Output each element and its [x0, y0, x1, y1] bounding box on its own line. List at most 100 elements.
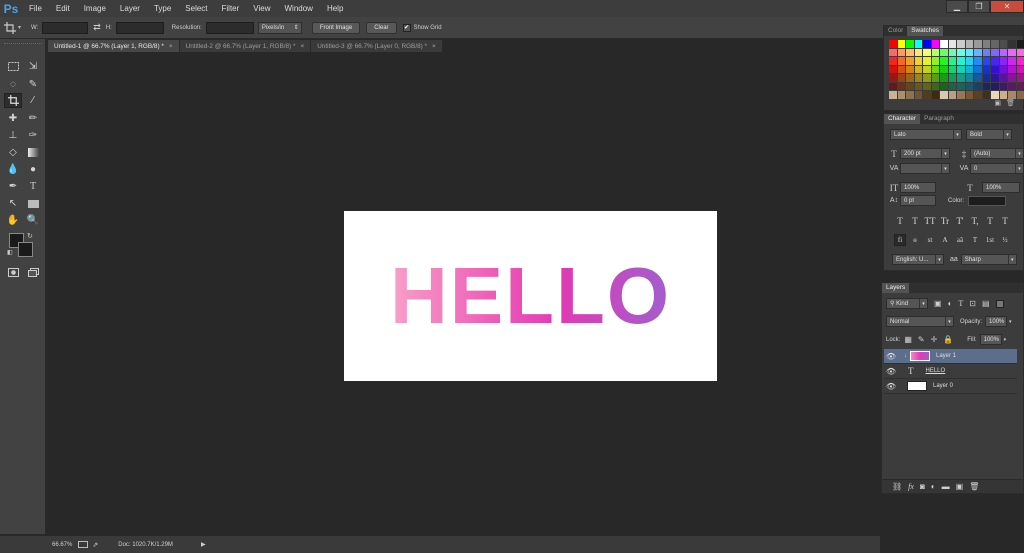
lock-all-icon[interactable]: 🔒 [943, 335, 953, 344]
tab-close-icon[interactable]: × [432, 43, 436, 50]
color-swatch[interactable] [914, 91, 922, 99]
color-swatch[interactable] [931, 82, 939, 90]
color-swatch[interactable] [940, 91, 948, 99]
color-swatch[interactable] [982, 57, 990, 65]
color-swatch[interactable] [923, 57, 931, 65]
color-swatch[interactable] [948, 57, 956, 65]
lock-transparent-icon[interactable]: ▦ [904, 335, 912, 344]
new-layer-icon[interactable]: ▣ [956, 482, 964, 491]
color-swatch[interactable] [906, 48, 914, 56]
layer-style-icon[interactable]: fx [908, 482, 914, 491]
color-swatch[interactable] [1016, 40, 1024, 48]
menu-image[interactable]: Image [77, 0, 113, 17]
color-swatch[interactable] [897, 57, 905, 65]
opentype-feature-button[interactable]: A [939, 234, 951, 246]
delete-layer-icon[interactable]: 🗑 [969, 482, 979, 491]
tab-character[interactable]: Character [884, 114, 921, 124]
crop-tool-preset-icon[interactable] [4, 21, 18, 34]
color-swatch[interactable] [1008, 40, 1016, 48]
color-swatch[interactable] [999, 82, 1007, 90]
layer-row-layer-0[interactable]: 👁 Layer 0 [884, 379, 1017, 394]
color-swatch[interactable] [948, 91, 956, 99]
export-icon[interactable]: ⇗ [92, 541, 98, 549]
clone-stamp-icon[interactable]: ⊥ [4, 128, 22, 143]
color-swatch[interactable] [914, 57, 922, 65]
document-canvas[interactable]: HELLO [344, 211, 717, 381]
tab-color[interactable]: Color [884, 26, 907, 36]
color-swatch[interactable] [974, 48, 982, 56]
color-swatch[interactable] [897, 82, 905, 90]
font-family-select[interactable]: Lato ▾ [890, 129, 962, 140]
baseline-shift-input[interactable]: 0 pt [900, 195, 936, 206]
color-swatch[interactable] [948, 48, 956, 56]
adjustment-layer-icon[interactable]: ◐ [931, 482, 936, 491]
antialias-select[interactable]: Sharp ▾ [960, 254, 1017, 265]
kerning-select[interactable]: ▾ [900, 163, 950, 174]
color-swatch[interactable] [974, 65, 982, 73]
color-swatch[interactable] [1008, 57, 1016, 65]
color-swatch[interactable] [957, 65, 965, 73]
share-icon[interactable] [78, 541, 89, 548]
background-color-swatch[interactable] [18, 242, 33, 257]
color-swatch[interactable] [957, 91, 965, 99]
path-selection-icon[interactable]: ↖ [4, 196, 22, 211]
blend-mode-select[interactable]: Normal ▾ [886, 316, 954, 327]
hand-tool-icon[interactable]: ✋ [4, 213, 22, 228]
lasso-icon[interactable]: ◌ [4, 77, 22, 92]
color-swatch[interactable] [948, 65, 956, 73]
vertical-scale-input[interactable]: 100% [900, 182, 936, 193]
link-layers-icon[interactable]: ⛓ [892, 482, 902, 491]
opentype-feature-button[interactable]: T [969, 234, 981, 246]
color-swatch[interactable] [1016, 74, 1024, 82]
lock-position-icon[interactable]: ✛ [931, 335, 938, 344]
color-swatch[interactable] [897, 48, 905, 56]
color-swatch[interactable] [1016, 57, 1024, 65]
color-swatch[interactable] [965, 57, 973, 65]
color-swatch[interactable] [965, 40, 973, 48]
color-swatch[interactable] [1016, 82, 1024, 90]
layer-kind-select[interactable]: ⚲ Kind ▾ [886, 298, 928, 309]
color-swatch[interactable] [965, 82, 973, 90]
shape-filter-icon[interactable]: ⊡ [969, 299, 976, 308]
color-swatch[interactable] [999, 40, 1007, 48]
color-swatch[interactable] [923, 40, 931, 48]
healing-brush-icon[interactable]: ✚ [4, 111, 22, 126]
color-swatch[interactable] [889, 65, 897, 73]
color-swatch[interactable] [931, 48, 939, 56]
color-swatch[interactable] [1008, 91, 1016, 99]
tab-close-icon[interactable]: × [300, 43, 304, 50]
color-swatch[interactable] [957, 74, 965, 82]
opentype-feature-button[interactable]: st [924, 234, 936, 246]
eraser-icon[interactable]: ◇ [4, 145, 22, 160]
lock-image-icon[interactable]: ✎ [918, 335, 925, 344]
smart-object-filter-icon[interactable]: ▤ [982, 299, 990, 308]
type-style-button[interactable]: TT [924, 215, 936, 227]
color-swatch[interactable] [940, 48, 948, 56]
type-style-button[interactable]: Tr [939, 215, 951, 227]
text-color-swatch[interactable] [968, 195, 1007, 206]
color-swatch[interactable] [889, 82, 897, 90]
color-swatch[interactable] [982, 40, 990, 48]
color-swatch[interactable] [948, 74, 956, 82]
menu-type[interactable]: Type [147, 0, 178, 17]
color-swatch[interactable] [957, 82, 965, 90]
color-swatch[interactable] [974, 40, 982, 48]
color-swatch[interactable] [914, 74, 922, 82]
tab-swatches[interactable]: Swatches [907, 26, 943, 36]
color-swatch[interactable] [889, 48, 897, 56]
color-swatch[interactable] [906, 91, 914, 99]
close-button[interactable]: ✕ [990, 0, 1024, 13]
move-tool-icon[interactable]: ⇲ [24, 59, 42, 74]
pen-icon[interactable]: ✒ [4, 179, 22, 194]
pixel-filter-icon[interactable]: ▣ [934, 299, 942, 308]
color-swatch[interactable] [948, 40, 956, 48]
color-swatch[interactable] [974, 57, 982, 65]
type-style-button[interactable]: T [909, 215, 921, 227]
type-style-button[interactable]: T' [954, 215, 966, 227]
color-swatch[interactable] [982, 48, 990, 56]
filter-toggle-icon[interactable] [995, 299, 1004, 308]
fill-input[interactable]: 100% [979, 334, 1002, 345]
color-swatch[interactable] [906, 82, 914, 90]
color-swatch[interactable] [991, 91, 999, 99]
delete-swatch-icon[interactable]: 🗑 [1006, 99, 1015, 107]
